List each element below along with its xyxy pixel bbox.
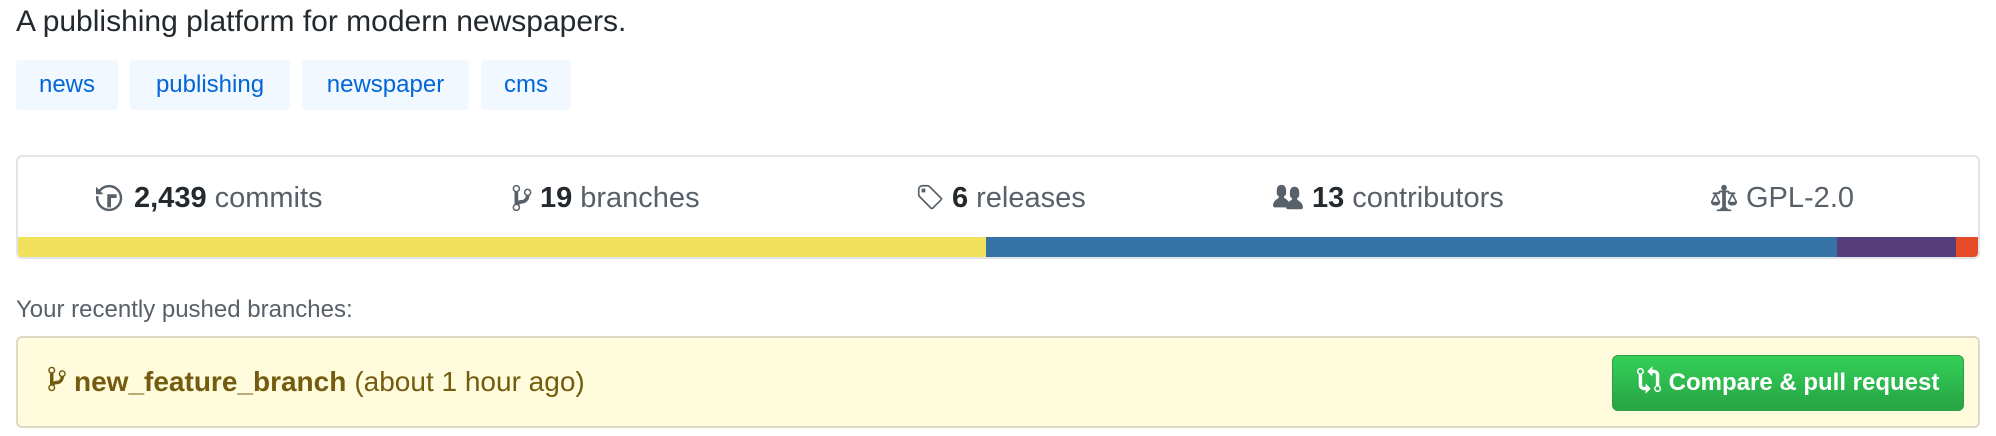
topic-tag-news[interactable]: news (16, 60, 118, 110)
recent-branch-info: new_feature_branch (about 1 hour ago) (48, 338, 585, 426)
repo-summary: 2,439 commits 19 branches 6 releases 13 … (16, 155, 1980, 259)
language-segment[interactable] (986, 237, 1837, 257)
numbers-summary: 2,439 commits 19 branches 6 releases 13 … (18, 157, 1978, 239)
repo-description: A publishing platform for modern newspap… (16, 5, 627, 38)
contributors-count: 13 (1312, 181, 1345, 214)
releases-label: releases (976, 181, 1086, 214)
topic-tag-newspaper[interactable]: newspaper (302, 60, 469, 110)
branches-label: branches (580, 181, 700, 214)
people-icon (1272, 183, 1304, 213)
recent-branch-link[interactable]: new_feature_branch (74, 366, 346, 398)
git-branch-icon (512, 183, 532, 213)
language-segment[interactable] (1956, 237, 1978, 257)
releases-count: 6 (952, 181, 969, 214)
commits-count: 2,439 (134, 181, 207, 214)
topic-tag-publishing[interactable]: publishing (130, 60, 290, 110)
compare-pull-request-button[interactable]: Compare & pull request (1612, 355, 1964, 411)
branches-count: 19 (540, 181, 573, 214)
topic-tag-cms[interactable]: cms (481, 60, 571, 110)
git-branch-icon (48, 365, 66, 400)
language-bar[interactable] (18, 237, 1978, 257)
recent-branch-notice: new_feature_branch (about 1 hour ago) Co… (16, 336, 1980, 428)
tag-icon (916, 183, 944, 213)
git-compare-icon (1636, 365, 1661, 401)
recent-branch-time: (about 1 hour ago) (354, 366, 585, 397)
license-label: GPL-2.0 (1746, 181, 1854, 214)
releases-link[interactable]: 6 releases (916, 157, 1086, 239)
commits-link[interactable]: 2,439 commits (96, 157, 323, 239)
license-link[interactable]: GPL-2.0 (1710, 157, 1854, 239)
language-segment[interactable] (1836, 237, 1957, 257)
commits-label: commits (214, 181, 323, 214)
history-icon (96, 183, 126, 213)
compare-button-label: Compare & pull request (1668, 369, 1940, 396)
language-segment[interactable] (18, 237, 987, 257)
recent-branches-heading: Your recently pushed branches: (16, 296, 353, 323)
topic-list: news publishing newspaper cms (16, 60, 571, 110)
contributors-link[interactable]: 13 contributors (1272, 157, 1504, 239)
contributors-label: contributors (1352, 181, 1504, 214)
branches-link[interactable]: 19 branches (512, 157, 700, 239)
law-icon (1710, 183, 1738, 213)
